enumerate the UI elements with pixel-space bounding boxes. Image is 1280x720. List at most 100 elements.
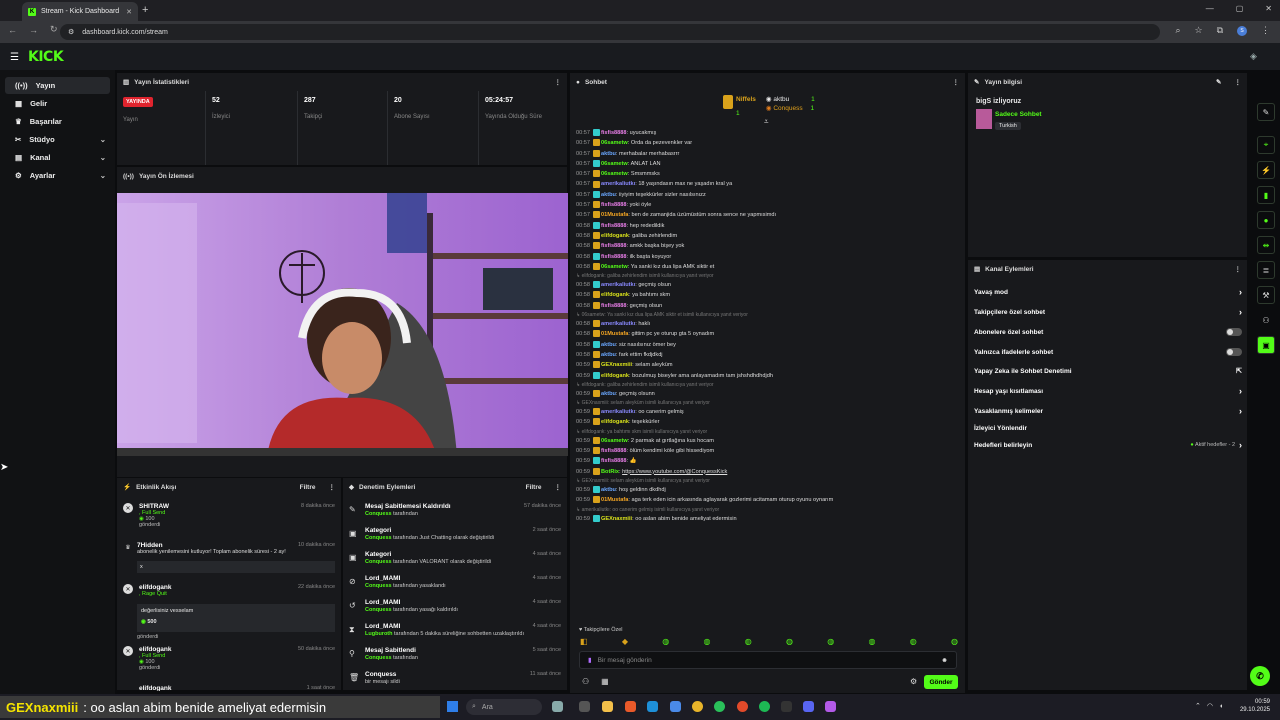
more-options-icon[interactable]: ⋮ — [1235, 78, 1242, 86]
event-user[interactable]: Conquess — [365, 535, 392, 541]
taskbar-app-icon[interactable] — [781, 701, 792, 712]
sidebar-item-basarilar[interactable]: ♛ Başarılar — [5, 113, 110, 130]
kick-logo[interactable]: KICK — [28, 49, 64, 65]
sidebar-item-studyo[interactable]: ✂ Stüdyo ⌄ — [5, 131, 110, 148]
volume-icon[interactable]: ◖ — [1219, 703, 1223, 710]
chat-username[interactable]: fisfis8888 — [601, 243, 627, 249]
hamburger-menu-icon[interactable]: ☰ — [10, 52, 19, 63]
send-button[interactable]: Gönder — [924, 675, 958, 689]
close-window-icon[interactable]: ✕ — [1265, 4, 1272, 13]
browser-tab[interactable]: K Stream - Kick Dashboard ✕ — [22, 2, 138, 21]
chat-username[interactable]: fisfis8888 — [601, 303, 627, 309]
chat-username[interactable]: aktbu — [601, 151, 616, 157]
more-options-icon[interactable]: ⋮ — [555, 78, 562, 86]
chat-username[interactable]: fisfis8888 — [601, 448, 627, 454]
action-goals[interactable]: Hedefleri belirleyin ● Aktif hedefler - 2… — [974, 439, 1242, 451]
emote-icon[interactable]: ◍ — [745, 637, 752, 646]
event-user[interactable]: Conquess — [365, 511, 392, 517]
edit-icon[interactable]: ✎ — [1216, 78, 1221, 86]
moderation-tools-icon[interactable]: ⚇ — [582, 677, 589, 686]
more-options-icon[interactable]: ⋮ — [1235, 265, 1242, 273]
sidebar-item-ayarlar[interactable]: ⚙ Ayarlar ⌄ — [5, 167, 110, 184]
taskbar-search[interactable]: ⌕ Ara — [466, 699, 542, 715]
browser-menu-icon[interactable]: ⋮ — [1261, 25, 1270, 36]
taskbar-app-icon[interactable] — [552, 701, 563, 712]
maximize-icon[interactable]: ▢ — [1236, 4, 1244, 13]
lightning-icon[interactable]: ⚡ — [1257, 161, 1275, 179]
minimize-icon[interactable]: — — [1206, 4, 1214, 13]
chat-username[interactable]: 06sametw — [601, 264, 628, 270]
close-tab-icon[interactable]: ✕ — [126, 8, 132, 16]
mic-icon[interactable]: ▮ — [588, 656, 592, 664]
chat-username[interactable]: aktbu — [601, 352, 616, 358]
file-explorer-icon[interactable] — [602, 701, 613, 712]
wifi-icon[interactable]: ◠ — [1207, 702, 1213, 710]
chat-username[interactable]: 01Mustafa — [601, 497, 628, 503]
edge-icon[interactable] — [647, 701, 658, 712]
chat-username[interactable]: fisfis8888 — [601, 223, 627, 229]
chat-username[interactable]: 01Mustafa — [601, 212, 628, 218]
chat-username[interactable]: elifdogank — [601, 419, 629, 425]
chat-settings-icon[interactable]: ⚙ — [910, 677, 917, 686]
calendar-icon[interactable]: ▦ — [601, 677, 609, 686]
wrench-icon[interactable]: ⚒ — [1257, 286, 1275, 304]
reload-icon[interactable]: ↻ — [50, 24, 58, 35]
chevron-up-icon[interactable]: ⌃ — [1195, 702, 1201, 710]
site-info-icon[interactable]: ⚙ — [68, 28, 74, 36]
emote-icon[interactable]: ◧ — [580, 637, 588, 646]
chat-username[interactable]: 06sametw — [601, 438, 628, 444]
clip-icon[interactable]: ▮ — [1257, 186, 1275, 204]
system-clock[interactable]: 00:59 29.10.2025 — [1240, 698, 1270, 714]
whatsapp-icon[interactable] — [714, 701, 725, 712]
action-slow-mode[interactable]: Yavaş mod › — [974, 286, 1242, 298]
chat-username[interactable]: aktbu — [601, 192, 616, 198]
gifter-name[interactable]: Conquess — [773, 105, 802, 112]
chat-username[interactable]: 06sametw — [601, 161, 628, 167]
chat-username[interactable]: amerikaliutkı — [601, 181, 635, 187]
emote-icon[interactable]: ◍ — [951, 637, 958, 646]
chat-username[interactable]: aktbu — [601, 487, 616, 493]
action-account-age[interactable]: Hesap yaşı kısıtlaması › — [974, 385, 1242, 397]
action-host[interactable]: İzleyici Yönlendir — [974, 422, 1242, 434]
more-options-icon[interactable]: ⋮ — [953, 78, 960, 86]
action-emotes-only[interactable]: Yalnızca ifadelerle sohbet — [974, 346, 1242, 358]
emoji-icon[interactable]: ☻ — [941, 657, 948, 664]
chat-username[interactable]: 06sametw — [601, 171, 628, 177]
taskbar-app-icon[interactable] — [825, 701, 836, 712]
emote-icon[interactable]: ◍ — [786, 637, 793, 646]
emote-icon[interactable]: ◍ — [910, 637, 917, 646]
profile-avatar[interactable]: S — [1237, 25, 1247, 36]
event-user[interactable]: Conquess — [365, 607, 392, 613]
url-field[interactable]: ⚙ dashboard.kick.com/stream — [60, 24, 1160, 40]
windows-start-icon[interactable] — [447, 701, 458, 712]
taskbar-app-icon[interactable] — [625, 701, 636, 712]
filter-button[interactable]: Filtre — [526, 484, 542, 491]
chat-username[interactable]: amerikaliutkı — [601, 282, 635, 288]
user-menu-icon[interactable]: ◈ — [1250, 51, 1257, 62]
chat-username[interactable]: GEXnaxmiii — [601, 362, 632, 368]
chat-username[interactable]: aktbu — [601, 391, 616, 397]
chat-username[interactable]: fisfis8888 — [601, 202, 627, 208]
chat-username[interactable]: fisfis8888 — [601, 130, 627, 136]
chevron-down-icon[interactable]: ⩡ — [764, 117, 769, 127]
more-options-icon[interactable]: ⋮ — [329, 483, 336, 491]
event-user[interactable]: Conquess — [365, 583, 392, 589]
help-chat-icon[interactable]: ✆ — [1250, 666, 1270, 686]
filter-button[interactable]: Filtre — [300, 484, 316, 491]
emote-icon[interactable]: ◍ — [827, 637, 834, 646]
emote-icon[interactable]: ◍ — [704, 637, 711, 646]
taskbar-app-icon[interactable] — [737, 701, 748, 712]
chat-username[interactable]: amerikaliutkı — [601, 409, 635, 415]
discord-icon[interactable] — [803, 701, 814, 712]
share-icon[interactable]: ⚇ — [1257, 311, 1275, 329]
taskbar-app-icon[interactable] — [670, 701, 681, 712]
chat-bubble-icon[interactable]: ● — [1257, 211, 1275, 229]
chat-username[interactable]: 01Mustafa — [601, 331, 628, 337]
emote-icon[interactable]: ◆ — [622, 637, 628, 646]
chat-username[interactable]: BotRix — [601, 469, 619, 475]
emote-icon[interactable]: ◍ — [869, 637, 876, 646]
more-options-icon[interactable]: ⋮ — [555, 483, 562, 491]
chat-username[interactable]: fisfis8888 — [601, 254, 627, 260]
gifter-name[interactable]: aktbu — [773, 96, 789, 103]
category-link[interactable]: Sadece Sohbet — [995, 111, 1042, 118]
